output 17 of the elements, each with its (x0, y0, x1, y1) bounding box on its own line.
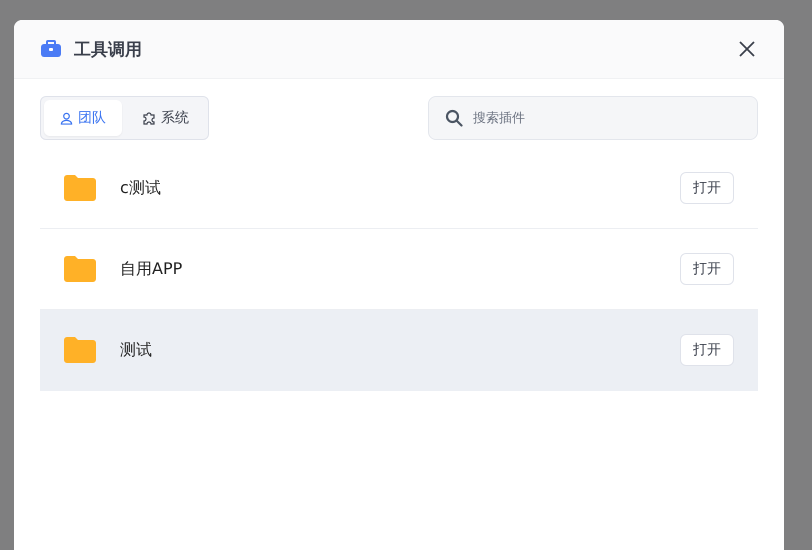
open-button[interactable]: 打开 (680, 172, 734, 204)
open-button[interactable]: 打开 (680, 334, 734, 366)
search-field[interactable]: 搜索插件 (428, 96, 758, 140)
folder-name: 测试 (120, 340, 153, 360)
dialog-title: 工具调用 (74, 38, 143, 60)
folder-name: c测试 (120, 178, 162, 198)
puzzle-icon (142, 111, 156, 125)
folder-icon (64, 175, 96, 201)
folder-name: 自用APP (120, 258, 184, 280)
tab[interactable]: 系统 (126, 100, 205, 136)
open-button[interactable]: 打开 (680, 253, 734, 285)
folder-icon (64, 337, 96, 363)
user-icon (60, 112, 73, 124)
folder-row[interactable]: 测试 打开 (40, 310, 758, 391)
toolbox-icon (40, 40, 62, 58)
folder-icon (64, 256, 96, 282)
tab[interactable]: 团队 (44, 100, 122, 136)
